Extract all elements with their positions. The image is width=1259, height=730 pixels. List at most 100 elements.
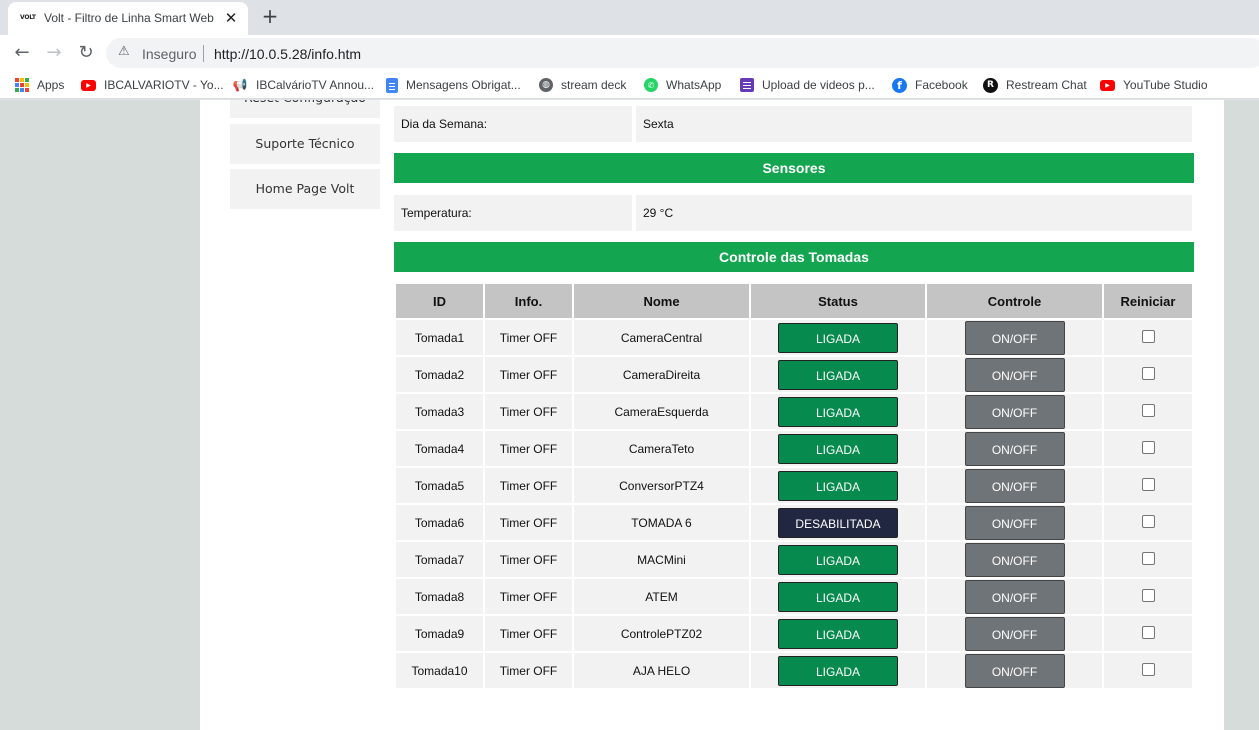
bookmarks-bar: Apps ▶ IBCALVARIOTV - Yo... 📢 IBCalvário… — [0, 71, 1259, 99]
restart-checkbox[interactable] — [1141, 367, 1155, 381]
on-off-button[interactable]: ON/OFF — [964, 616, 1065, 651]
outlet-id: Tomada4 — [396, 431, 483, 466]
temperature-value: 29 °C — [636, 195, 1192, 231]
outlet-name: ATEM — [574, 579, 749, 614]
table-row: Tomada9 Timer OFF ControlePTZ02 LIGADA O… — [396, 616, 1192, 651]
status-badge: LIGADA — [778, 322, 898, 353]
bookmark-stream-deck[interactable]: ◍ stream deck — [539, 76, 626, 94]
reload-icon[interactable]: ↻ — [74, 41, 98, 65]
browser-tab[interactable]: VOLT Volt - Filtro de Linha Smart Web ✕ — [8, 2, 248, 35]
table-header-row: ID Info. Nome Status Controle Reiniciar — [396, 284, 1192, 318]
column-header-control: Controle — [927, 284, 1102, 318]
on-off-button[interactable]: ON/OFF — [964, 468, 1065, 503]
security-status[interactable]: Inseguro — [142, 46, 196, 62]
outlet-info: Timer OFF — [485, 468, 572, 503]
column-header-restart: Reiniciar — [1104, 284, 1192, 318]
warning-icon[interactable]: ⚠ — [118, 44, 130, 59]
bookmark-youtube-studio[interactable]: ▶ YouTube Studio — [1100, 76, 1208, 94]
on-off-button[interactable]: ON/OFF — [964, 542, 1065, 577]
google-forms-icon — [740, 78, 754, 92]
outlet-info: Timer OFF — [485, 431, 572, 466]
temperature-label: Temperatura: — [394, 195, 632, 231]
table-row: Tomada10 Timer OFF AJA HELO LIGADA ON/OF… — [396, 653, 1192, 688]
outlet-id: Tomada7 — [396, 542, 483, 577]
outlet-info: Timer OFF — [485, 616, 572, 651]
outlet-name: TOMADA 6 — [574, 505, 749, 540]
on-off-button[interactable]: ON/OFF — [964, 357, 1065, 392]
bookmark-facebook[interactable]: f Facebook — [892, 76, 968, 94]
column-header-status: Status — [751, 284, 925, 318]
table-row: Tomada3 Timer OFF CameraEsquerda LIGADA … — [396, 394, 1192, 429]
table-row: Tomada8 Timer OFF ATEM LIGADA ON/OFF — [396, 579, 1192, 614]
close-icon[interactable]: ✕ — [222, 9, 240, 27]
address-bar[interactable]: ⚠ Inseguro http://10.0.5.28/info.htm — [106, 38, 1259, 68]
sidebar-item-homepage[interactable]: Home Page Volt — [230, 169, 380, 209]
bookmark-label: IBCALVARIOTV - Yo... — [104, 78, 224, 92]
restart-checkbox[interactable] — [1141, 404, 1155, 418]
sidebar-item-support[interactable]: Suporte Técnico — [230, 124, 380, 164]
restart-checkbox[interactable] — [1141, 626, 1155, 640]
new-tab-button[interactable]: + — [260, 5, 280, 27]
tab-title: Volt - Filtro de Linha Smart Web — [44, 11, 214, 25]
bookmark-label: Apps — [37, 78, 65, 92]
restart-checkbox[interactable] — [1141, 441, 1155, 455]
sidebar-item-reset[interactable]: Reset Configuração — [230, 100, 380, 118]
on-off-button[interactable]: ON/OFF — [964, 505, 1065, 540]
temperature-row: Temperatura: 29 °C — [394, 195, 1194, 231]
bookmark-label: Upload de videos p... — [762, 78, 875, 92]
bookmark-apps[interactable]: Apps — [15, 76, 64, 94]
restart-checkbox[interactable] — [1141, 515, 1155, 529]
bookmark-ibcalvariotv[interactable]: ▶ IBCALVARIOTV - Yo... — [81, 76, 224, 94]
outlets-table: ID Info. Nome Status Controle Reiniciar … — [394, 282, 1194, 690]
bookmark-upload[interactable]: Upload de videos p... — [740, 76, 875, 94]
bookmark-announcements[interactable]: 📢 IBCalvárioTV Annou... — [232, 76, 375, 94]
globe-icon: ◍ — [539, 78, 553, 92]
outlet-id: Tomada1 — [396, 320, 483, 355]
column-header-info: Info. — [485, 284, 572, 318]
on-off-button[interactable]: ON/OFF — [964, 394, 1065, 429]
bookmark-whatsapp[interactable]: ✆ WhatsApp — [644, 76, 721, 94]
back-arrow-icon[interactable]: ← — [10, 41, 34, 65]
on-off-button[interactable]: ON/OFF — [964, 579, 1065, 614]
weekday-label: Dia da Semana: — [394, 106, 632, 142]
bookmark-label: IBCalvárioTV Annou... — [256, 78, 375, 92]
on-off-button[interactable]: ON/OFF — [964, 320, 1065, 355]
column-header-name: Nome — [574, 284, 749, 318]
outlet-name: ConversorPTZ4 — [574, 468, 749, 503]
on-off-button[interactable]: ON/OFF — [964, 653, 1065, 688]
outlet-info: Timer OFF — [485, 320, 572, 355]
status-badge: LIGADA — [778, 581, 898, 612]
outlet-id: Tomada5 — [396, 468, 483, 503]
page-content: Reset Configuração Suporte Técnico Home … — [200, 100, 1224, 730]
restart-checkbox[interactable] — [1141, 330, 1155, 344]
column-header-id: ID — [396, 284, 483, 318]
outlet-name: CameraCentral — [574, 320, 749, 355]
on-off-button[interactable]: ON/OFF — [964, 431, 1065, 466]
restream-icon: R — [983, 77, 998, 93]
bookmark-mensagens[interactable]: Mensagens Obrigat... — [386, 76, 521, 94]
google-docs-icon — [386, 77, 398, 93]
restart-checkbox[interactable] — [1141, 552, 1155, 566]
restart-checkbox[interactable] — [1141, 589, 1155, 603]
restart-checkbox[interactable] — [1141, 478, 1155, 492]
restart-checkbox[interactable] — [1141, 663, 1155, 677]
outlet-name: CameraTeto — [574, 431, 749, 466]
bookmark-label: Restream Chat — [1006, 78, 1087, 92]
outlet-name: MACMini — [574, 542, 749, 577]
volt-favicon-icon: VOLT — [20, 14, 36, 21]
page-viewport: Reset Configuração Suporte Técnico Home … — [0, 100, 1259, 730]
outlet-info: Timer OFF — [485, 653, 572, 688]
table-row: Tomada7 Timer OFF MACMini LIGADA ON/OFF — [396, 542, 1192, 577]
outlet-id: Tomada2 — [396, 357, 483, 392]
sensors-header: Sensores — [394, 153, 1194, 183]
bookmark-label: Mensagens Obrigat... — [406, 78, 521, 92]
status-badge: LIGADA — [778, 544, 898, 575]
bookmark-label: Facebook — [915, 78, 968, 92]
bookmark-restream[interactable]: R Restream Chat — [983, 76, 1087, 94]
forward-arrow-icon[interactable]: → — [42, 41, 66, 65]
weekday-value: Sexta — [636, 106, 1192, 142]
url-text[interactable]: http://10.0.5.28/info.htm — [214, 46, 361, 62]
table-row: Tomada4 Timer OFF CameraTeto LIGADA ON/O… — [396, 431, 1192, 466]
outlet-id: Tomada6 — [396, 505, 483, 540]
outlet-name: AJA HELO — [574, 653, 749, 688]
